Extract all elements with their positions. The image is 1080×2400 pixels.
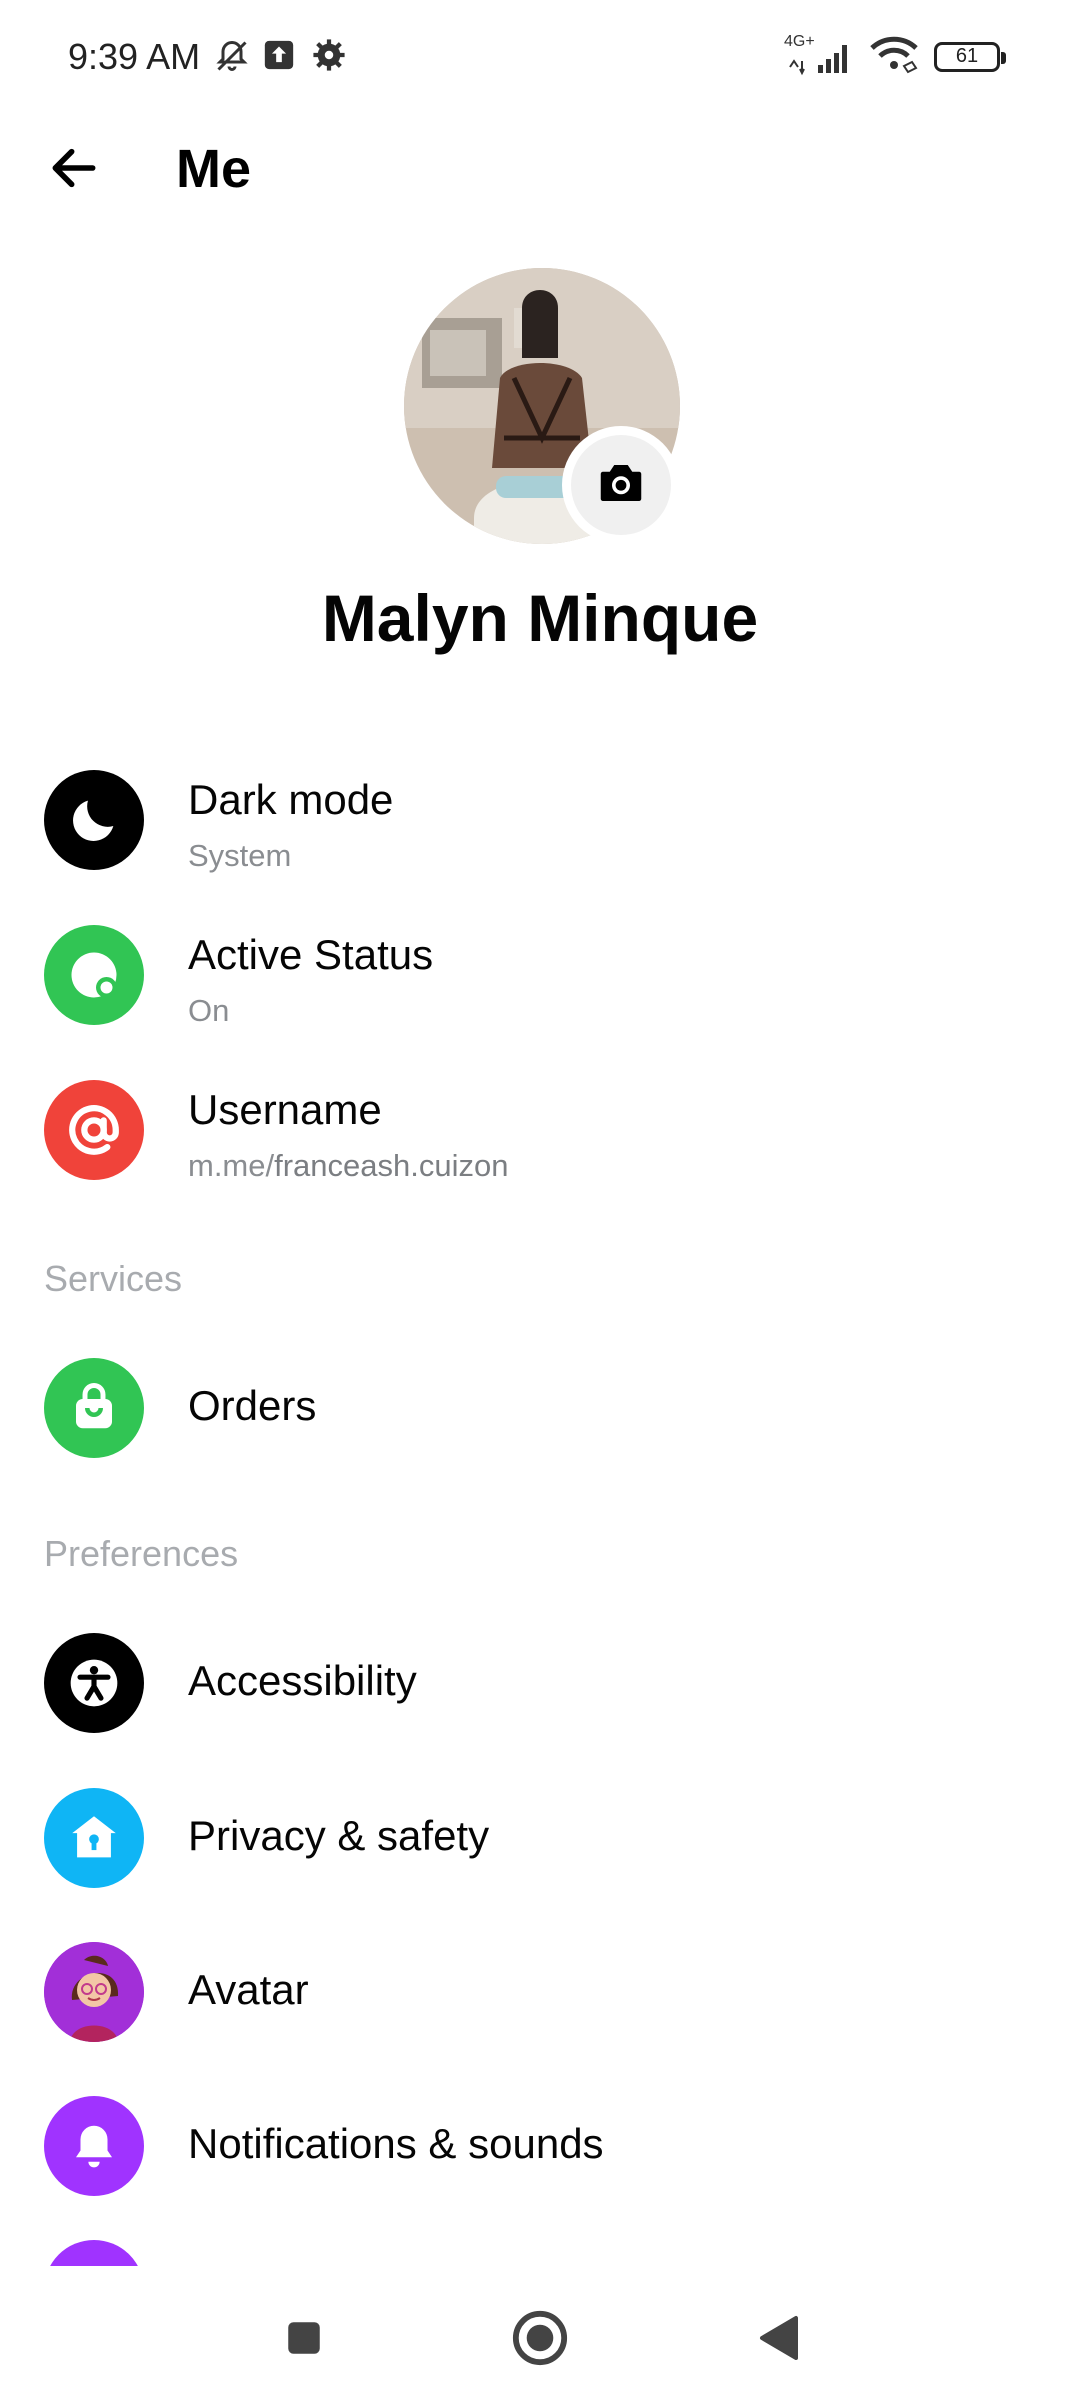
row-label: Username bbox=[188, 1086, 382, 1133]
moon-icon bbox=[44, 770, 144, 870]
wifi-icon bbox=[868, 34, 920, 79]
page-title: Me bbox=[176, 139, 252, 199]
status-bar: 9:39 AM 4G+ 61 bbox=[0, 0, 1080, 118]
username-row[interactable]: Username m.me/franceash.cuizon bbox=[0, 1070, 1080, 1190]
home-circle-icon bbox=[511, 2309, 569, 2372]
battery-icon: 61 bbox=[934, 41, 1006, 72]
bell-icon bbox=[44, 2096, 144, 2196]
avatar-icon bbox=[44, 1942, 144, 2042]
settings-gear-icon bbox=[312, 38, 346, 77]
recent-apps-button[interactable] bbox=[274, 2310, 334, 2370]
mute-bell-icon bbox=[214, 38, 250, 79]
arrow-left-icon bbox=[46, 140, 102, 201]
row-sublabel: On bbox=[188, 993, 230, 1028]
notifications-sounds-row[interactable]: Notifications & sounds bbox=[0, 2086, 1080, 2206]
status-time: 9:39 AM bbox=[68, 36, 201, 77]
next-row-icon bbox=[44, 2240, 144, 2266]
row-label: Notifications & sounds bbox=[188, 2120, 604, 2167]
avatar-row[interactable]: Avatar bbox=[0, 1932, 1080, 2052]
home-button[interactable] bbox=[510, 2310, 570, 2370]
triangle-back-icon bbox=[756, 2313, 800, 2368]
profile-name: Malyn Minque bbox=[321, 581, 759, 655]
accessibility-icon bbox=[44, 1633, 144, 1733]
camera-icon bbox=[594, 456, 648, 515]
username-value: franceash.cuizon bbox=[274, 1148, 509, 1183]
row-label: Accessibility bbox=[188, 1657, 417, 1704]
row-label: Avatar bbox=[188, 1966, 309, 2013]
system-navigation-bar bbox=[0, 2280, 1080, 2400]
section-title-preferences: Preferences bbox=[44, 1533, 239, 1574]
at-icon bbox=[44, 1080, 144, 1180]
accessibility-row[interactable]: Accessibility bbox=[0, 1623, 1080, 1743]
section-title-services: Services bbox=[44, 1258, 183, 1299]
row-label: Privacy & safety bbox=[188, 1812, 490, 1859]
back-nav-button[interactable] bbox=[748, 2310, 808, 2370]
next-row-partial bbox=[0, 2240, 1080, 2266]
back-button[interactable] bbox=[44, 140, 104, 200]
active-status-row[interactable]: Active Status On bbox=[0, 915, 1080, 1035]
row-label: Active Status bbox=[188, 931, 434, 978]
row-label: Orders bbox=[188, 1382, 317, 1429]
square-icon bbox=[283, 2317, 325, 2364]
row-label: Dark mode bbox=[188, 776, 394, 823]
orders-row[interactable]: Orders bbox=[0, 1348, 1080, 1468]
row-sublabel: m.me/franceash.cuizon bbox=[188, 1148, 509, 1184]
row-sublabel: System bbox=[188, 838, 292, 873]
username-prefix: m.me/ bbox=[188, 1148, 275, 1183]
active-status-icon bbox=[44, 925, 144, 1025]
shopping-bag-icon bbox=[44, 1358, 144, 1458]
upload-icon bbox=[262, 38, 296, 77]
header: Me bbox=[0, 118, 1080, 220]
signal-icon: 4G+ bbox=[784, 33, 854, 77]
change-photo-button[interactable] bbox=[562, 426, 680, 544]
battery-level: 61 bbox=[955, 45, 979, 67]
privacy-home-icon bbox=[44, 1788, 144, 1888]
privacy-safety-row[interactable]: Privacy & safety bbox=[0, 1778, 1080, 1898]
profile-avatar-area bbox=[404, 268, 680, 544]
dark-mode-row[interactable]: Dark mode System bbox=[0, 760, 1080, 880]
